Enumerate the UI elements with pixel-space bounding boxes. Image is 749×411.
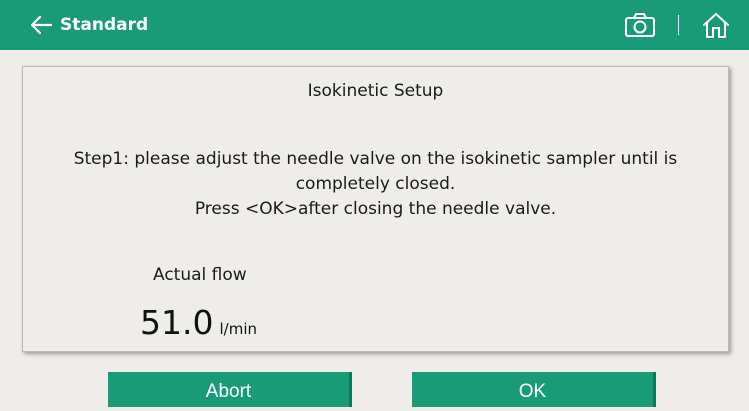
back-button[interactable]: Standard (30, 12, 148, 38)
abort-button[interactable]: Abort (108, 372, 352, 407)
actual-flow-readout: 51.0 l/min (140, 303, 257, 343)
arrow-left-icon (30, 15, 52, 35)
isokinetic-setup-dialog: Isokinetic Setup Step1: please adjust th… (22, 66, 729, 352)
header-divider (678, 15, 679, 35)
actual-flow-unit: l/min (219, 320, 257, 338)
home-icon (703, 13, 729, 38)
instruction-step1: Step1: please adjust the needle valve on… (73, 149, 678, 194)
dialog-title: Isokinetic Setup (307, 81, 444, 101)
actual-flow-value: 51.0 (140, 303, 214, 342)
camera-button[interactable] (620, 10, 660, 40)
back-label: Standard (60, 15, 149, 35)
top-bar: Standard (0, 0, 749, 50)
actual-flow-label: Actual flow (153, 265, 247, 285)
instruction-text: Step1: please adjust the needle valve on… (29, 147, 722, 222)
camera-icon (625, 13, 655, 37)
home-button[interactable] (698, 10, 734, 40)
ok-button[interactable]: OK (412, 372, 656, 407)
instruction-press-ok: Press <OK>after closing the needle valve… (194, 199, 557, 219)
